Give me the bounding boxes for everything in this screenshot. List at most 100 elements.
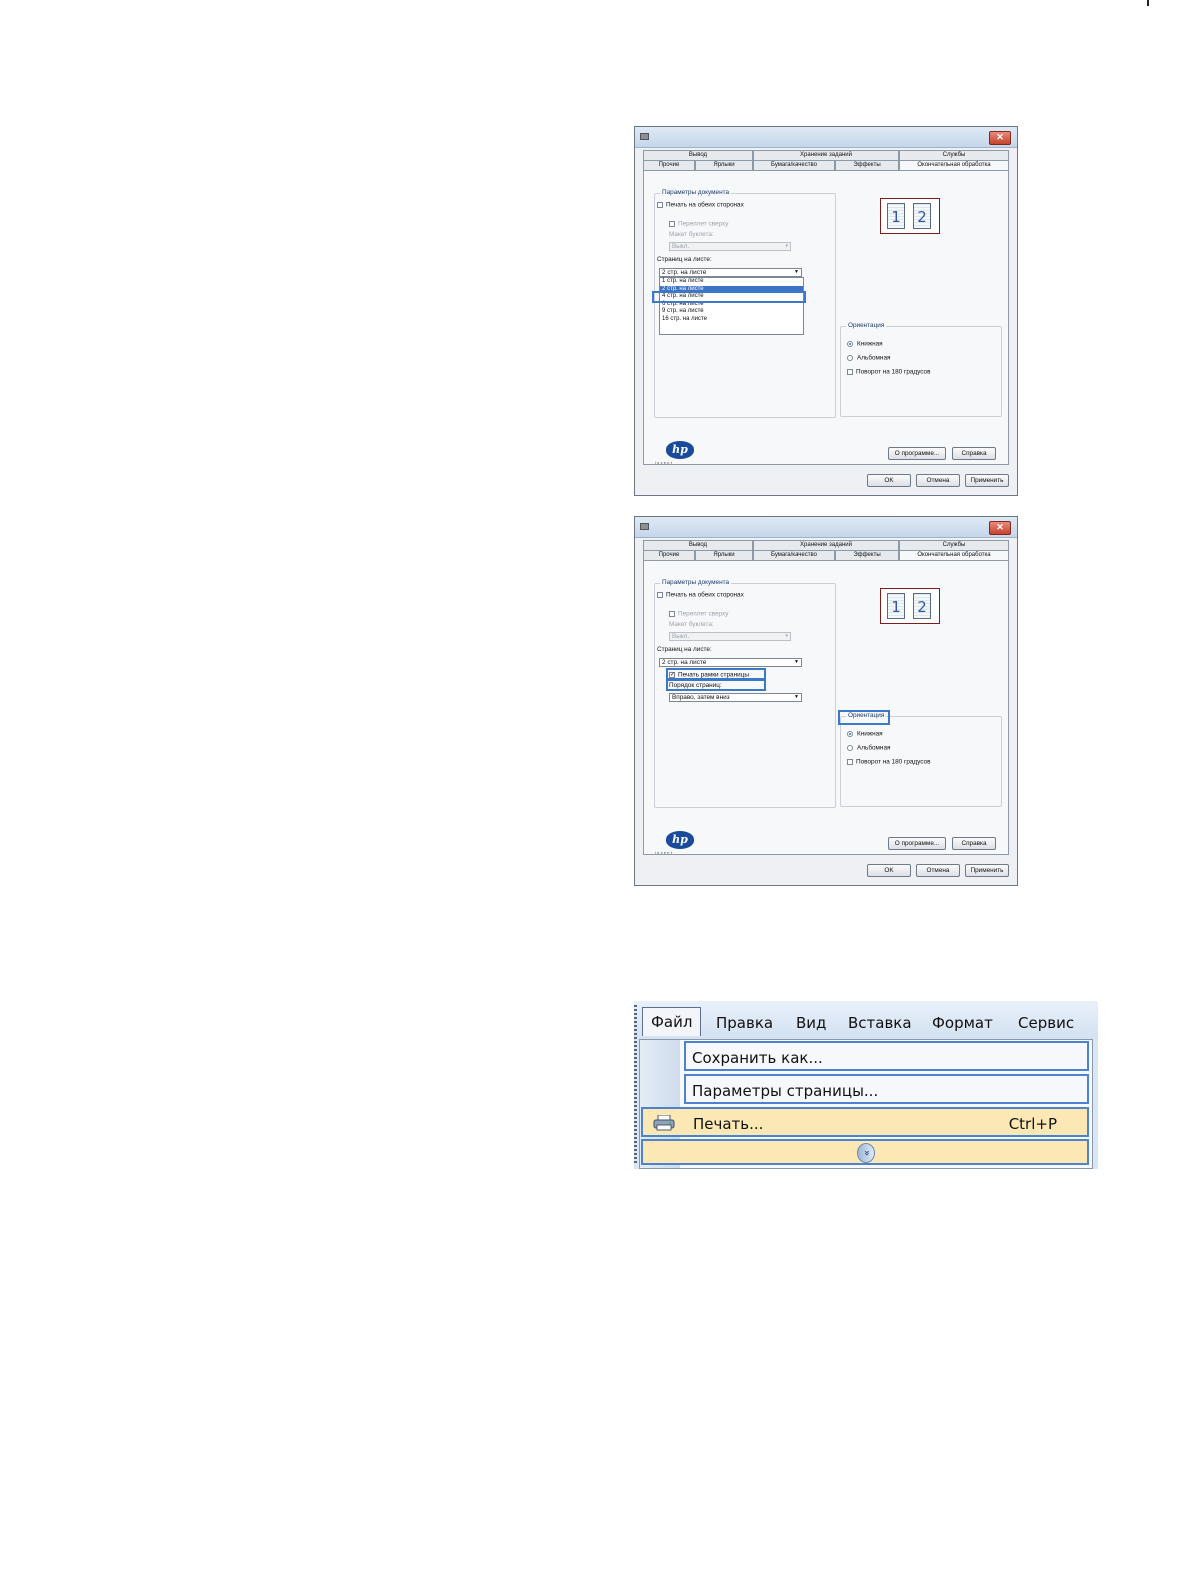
menu-tools[interactable]: Сервис — [1018, 1009, 1074, 1037]
booklet-label: Макет буклета: — [669, 621, 714, 628]
flip-checkbox[interactable] — [669, 611, 675, 617]
pages-per-sheet-value: 2 стр. на листе — [662, 659, 707, 666]
rotate-option[interactable]: Поворот на 180 градусов — [847, 759, 931, 766]
tab-shortcuts[interactable]: Ярлыки — [695, 550, 753, 560]
ok-button[interactable]: OK — [867, 474, 911, 487]
tab-output[interactable]: Вывод — [643, 540, 753, 550]
tab-paper-quality[interactable]: Бумага/качество — [753, 160, 835, 170]
menu-item-page-setup[interactable]: Параметры страницы... — [684, 1074, 1089, 1104]
tab-paper-quality[interactable]: Бумага/качество — [753, 550, 835, 560]
rotate-checkbox[interactable] — [847, 759, 853, 765]
hp-logo: hp — [666, 441, 694, 459]
menu-item-print[interactable]: Печать... Ctrl+P — [641, 1107, 1089, 1137]
help-button[interactable]: Справка — [952, 447, 996, 460]
duplex-checkbox[interactable] — [657, 592, 663, 598]
pages-per-sheet-dropdown: 1 стр. на листе 2 стр. на листе 4 стр. н… — [659, 277, 804, 335]
cancel-button[interactable]: Отмена — [916, 474, 960, 487]
tab-effects[interactable]: Эффекты — [835, 160, 899, 170]
tab-shortcuts[interactable]: Ярлыки — [695, 160, 753, 170]
portrait-radio[interactable] — [847, 731, 853, 737]
flip-option[interactable]: Переплет сверху — [669, 221, 728, 228]
booklet-select[interactable]: Выкл. ▾ — [669, 632, 791, 641]
close-button[interactable]: ✕ — [989, 131, 1011, 145]
portrait-label: Книжная — [857, 340, 883, 348]
chevron-down-icon: ▾ — [785, 243, 788, 249]
dropdown-option[interactable]: 16 стр. на листе — [660, 316, 803, 324]
finishing-panel: Параметры документа Печать на обеих стор… — [643, 560, 1009, 855]
menu-insert[interactable]: Вставка — [848, 1009, 912, 1037]
tab-effects[interactable]: Эффекты — [835, 550, 899, 560]
tab-job-storage[interactable]: Хранение заданий — [753, 540, 899, 550]
pages-per-sheet-select[interactable]: 2 стр. на листе ▼ — [659, 658, 802, 667]
pages-per-sheet-label: Страниц на листе: — [657, 256, 712, 263]
flip-label: Переплет сверху — [678, 610, 729, 618]
menu-view[interactable]: Вид — [796, 1009, 826, 1037]
duplex-checkbox[interactable] — [657, 202, 663, 208]
booklet-value: Выкл. — [672, 633, 690, 640]
tab-other[interactable]: Прочие — [643, 550, 695, 560]
help-button[interactable]: Справка — [952, 837, 996, 850]
dropdown-option[interactable]: 9 стр. на листе — [660, 308, 803, 316]
apply-button[interactable]: Применить — [965, 474, 1009, 487]
pages-per-sheet-value: 2 стр. на листе — [662, 269, 707, 276]
duplex-option[interactable]: Печать на обеих сторонах — [657, 202, 744, 209]
landscape-option[interactable]: Альбомная — [847, 745, 890, 752]
chevron-double-down-icon[interactable]: » — [857, 1143, 875, 1163]
tab-output[interactable]: Вывод — [643, 150, 753, 160]
tab-row-2: Прочие Ярлыки Бумага/качество Эффекты Ок… — [643, 550, 1009, 561]
portrait-option[interactable]: Книжная — [847, 341, 883, 348]
menu-format[interactable]: Формат — [932, 1009, 993, 1037]
hp-logo: hp — [666, 831, 694, 849]
page-edge-mark — [1147, 0, 1149, 6]
landscape-label: Альбомная — [857, 744, 891, 752]
printer-app-icon — [640, 133, 649, 140]
booklet-select[interactable]: Выкл. ▾ — [669, 242, 791, 251]
page-setup-label: Параметры страницы... — [692, 1082, 879, 1100]
dropdown-option[interactable]: 1 стр. на листе — [660, 278, 803, 286]
title-bar: ✕ — [635, 127, 1017, 148]
menu-edit[interactable]: Правка — [716, 1009, 773, 1037]
print-shortcut: Ctrl+P — [1008, 1115, 1057, 1133]
rotate-checkbox[interactable] — [847, 369, 853, 375]
close-button[interactable]: ✕ — [989, 521, 1011, 535]
about-button[interactable]: О программе... — [888, 837, 946, 850]
print-label: Печать... — [693, 1115, 764, 1133]
tab-services[interactable]: Службы — [899, 150, 1009, 160]
landscape-option[interactable]: Альбомная — [847, 355, 890, 362]
page-order-callout — [666, 679, 766, 691]
pages-per-sheet-select[interactable]: 2 стр. на листе ▼ — [659, 268, 802, 277]
landscape-radio[interactable] — [847, 355, 853, 361]
landscape-label: Альбомная — [857, 354, 891, 362]
about-button[interactable]: О программе... — [888, 447, 946, 460]
toolbar-grip[interactable] — [634, 1005, 637, 1165]
save-as-label: Сохранить как... — [692, 1049, 823, 1067]
menu-expand-row[interactable]: » — [641, 1139, 1089, 1165]
layout-preview: 1 2 — [880, 198, 940, 234]
duplex-option[interactable]: Печать на обеих сторонах — [657, 592, 744, 599]
hp-logo-tagline: invent — [655, 461, 674, 465]
page-order-select[interactable]: Вправо, затем вниз ▼ — [669, 693, 802, 702]
tab-services[interactable]: Службы — [899, 540, 1009, 550]
rotate-option[interactable]: Поворот на 180 градусов — [847, 369, 931, 376]
page-order-value: Вправо, затем вниз — [672, 694, 730, 701]
cancel-button[interactable]: Отмена — [916, 864, 960, 877]
duplex-label: Печать на обеих сторонах — [666, 591, 744, 599]
apply-button[interactable]: Применить — [965, 864, 1009, 877]
tab-job-storage[interactable]: Хранение заданий — [753, 150, 899, 160]
chevron-down-icon: ▼ — [794, 659, 799, 665]
orientation-callout — [838, 710, 890, 725]
orientation-group: Ориентация Книжная Альбомная Поворот на … — [840, 322, 1002, 417]
portrait-option[interactable]: Книжная — [847, 731, 883, 738]
menu-bar: Файл Правка Вид Вставка Формат Сервис — [634, 1001, 1098, 1165]
pages-per-sheet-label: Страниц на листе: — [657, 646, 712, 653]
tab-other[interactable]: Прочие — [643, 160, 695, 170]
flip-option[interactable]: Переплет сверху — [669, 611, 728, 618]
portrait-radio[interactable] — [847, 341, 853, 347]
document-options-legend: Параметры документа — [660, 579, 732, 587]
menu-item-save-as[interactable]: Сохранить как... — [684, 1041, 1089, 1071]
ok-button[interactable]: OK — [867, 864, 911, 877]
menu-file[interactable]: Файл — [642, 1007, 702, 1036]
landscape-radio[interactable] — [847, 745, 853, 751]
rotate-label: Поворот на 180 градусов — [856, 368, 931, 376]
flip-checkbox[interactable] — [669, 221, 675, 227]
